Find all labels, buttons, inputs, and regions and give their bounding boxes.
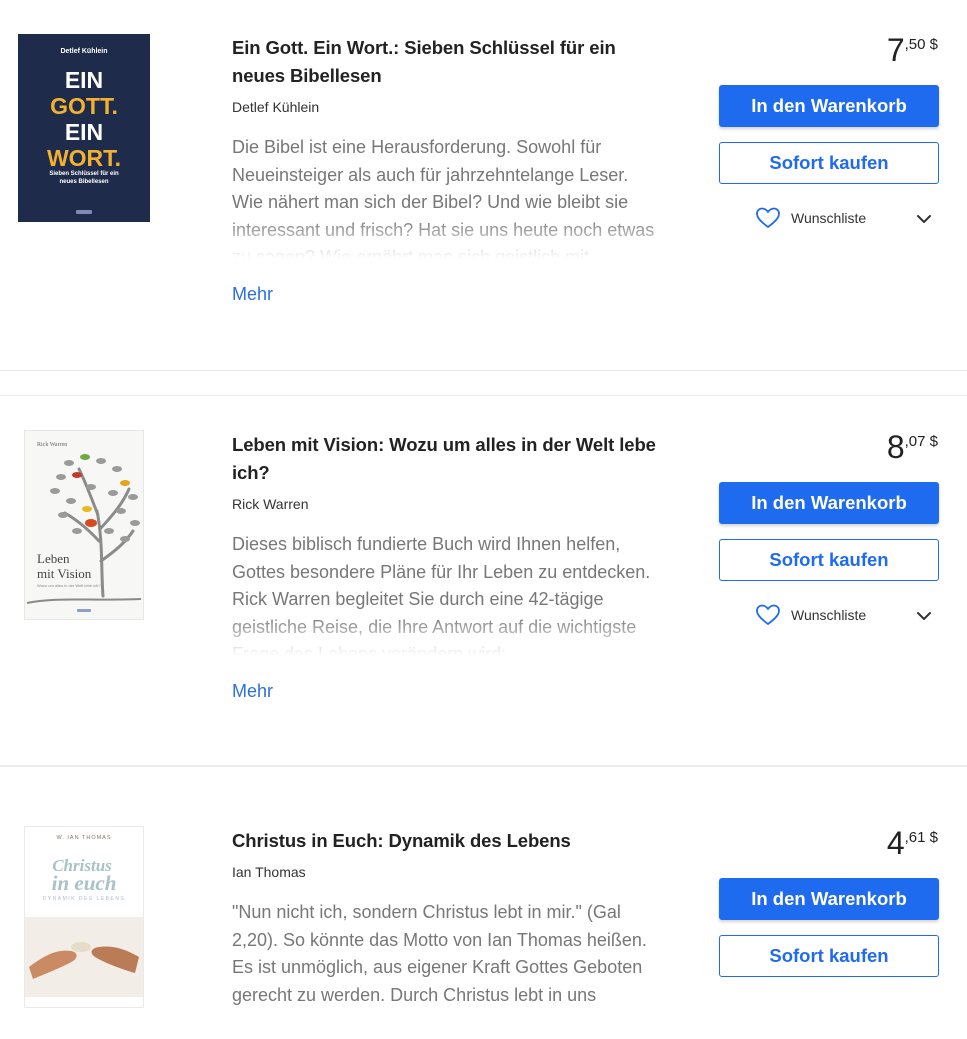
cover-subtitle: Sieben Schlüssel für ein neues Bibellese… <box>49 171 119 185</box>
cover-author: Rick Warren <box>37 442 67 448</box>
product-description: Die Bibel ist eine Herausforderung. Sowo… <box>232 134 660 262</box>
heart-icon <box>756 207 780 228</box>
product-info: Christus in Euch: Dynamik des Lebens Ian… <box>232 827 660 1039</box>
cover-title-line: WORT. <box>47 145 121 171</box>
chevron-down-icon[interactable] <box>916 212 932 230</box>
book-cover[interactable]: Rick Warren Leben mit Vision Wozu um all… <box>25 431 143 619</box>
wishlist-label: Wunschliste <box>791 607 867 623</box>
more-link[interactable]: Mehr <box>232 284 273 305</box>
cover-title-line: in euch <box>52 871 117 895</box>
cover-art: W. IAN THOMAS Christus in euch DYNAMIK D… <box>25 835 143 997</box>
add-to-cart-button[interactable]: In den Warenkorb <box>719 85 939 127</box>
price-integer: 8 <box>886 429 905 465</box>
cover-art: Rick Warren Leben mit Vision Wozu um all… <box>26 442 142 612</box>
product-title[interactable]: Christus in Euch: Dynamik des Lebens <box>232 827 660 855</box>
cover-author: Detlef Kühlein <box>60 48 107 55</box>
price: 4,61 $ <box>887 827 938 859</box>
wishlist-button[interactable]: Wunschliste <box>755 206 866 230</box>
description-fade <box>232 218 660 262</box>
price-integer: 7 <box>886 32 905 68</box>
buy-now-button[interactable]: Sofort kaufen <box>719 935 939 977</box>
chevron-down-icon[interactable] <box>916 609 932 627</box>
product-info: Ein Gott. Ein Wort.: Sieben Schlüssel fü… <box>232 34 660 304</box>
book-cover[interactable]: Detlef Kühlein EIN GOTT. EIN WORT. Siebe… <box>18 34 150 222</box>
cover-title-line: mit Vision <box>37 566 92 581</box>
product-row: Detlef Kühlein EIN GOTT. EIN WORT. Siebe… <box>0 0 967 396</box>
product-description: "Nun nicht ich, sondern Christus lebt in… <box>232 899 660 1039</box>
price: 8,07 $ <box>887 431 938 463</box>
cover-title-line: EIN <box>65 67 103 93</box>
add-to-cart-button[interactable]: In den Warenkorb <box>719 482 939 524</box>
publisher-logo <box>77 609 91 612</box>
cover-art: Detlef Kühlein EIN GOTT. EIN WORT. Siebe… <box>47 48 121 214</box>
price-decimal: ,50 $ <box>904 36 938 53</box>
cover-subtitle: DYNAMIK DES LEBENS <box>43 896 126 902</box>
cover-title-line: EIN <box>65 119 103 145</box>
description-text: "Nun nicht ich, sondern Christus lebt in… <box>232 902 647 1005</box>
more-link[interactable]: Mehr <box>232 681 273 702</box>
wishlist-label: Wunschliste <box>791 210 867 226</box>
buy-now-button[interactable]: Sofort kaufen <box>719 142 939 184</box>
product-author[interactable]: Rick Warren <box>232 495 660 513</box>
price-decimal: ,07 $ <box>904 433 938 450</box>
cover-title-line: GOTT. <box>50 93 118 119</box>
cover-author: W. IAN THOMAS <box>56 835 111 841</box>
product-author[interactable]: Detlef Kühlein <box>232 98 660 116</box>
description-fade <box>232 615 660 659</box>
price-decimal: ,61 $ <box>904 829 938 846</box>
buy-now-button[interactable]: Sofort kaufen <box>719 539 939 581</box>
product-row: Rick Warren Leben mit Vision Wozu um all… <box>0 370 967 766</box>
product-row: W. IAN THOMAS Christus in euch DYNAMIK D… <box>0 766 967 1007</box>
heart-icon <box>756 604 780 625</box>
product-info: Leben mit Vision: Wozu um alles in der W… <box>232 431 660 701</box>
product-author[interactable]: Ian Thomas <box>232 863 660 881</box>
product-description: Dieses biblisch fundierte Buch wird Ihne… <box>232 531 660 659</box>
cover-title-line: Leben <box>37 551 70 566</box>
product-title[interactable]: Ein Gott. Ein Wort.: Sieben Schlüssel fü… <box>232 34 660 90</box>
cover-subtitle: Wozu um alles in der Welt lebe ich? <box>37 583 101 588</box>
price-integer: 4 <box>886 825 905 861</box>
book-cover[interactable]: W. IAN THOMAS Christus in euch DYNAMIK D… <box>25 827 143 1007</box>
add-to-cart-button[interactable]: In den Warenkorb <box>719 878 939 920</box>
product-title[interactable]: Leben mit Vision: Wozu um alles in der W… <box>232 431 660 487</box>
price: 7,50 $ <box>887 34 938 66</box>
wishlist-button[interactable]: Wunschliste <box>755 603 866 627</box>
publisher-logo <box>76 210 92 214</box>
